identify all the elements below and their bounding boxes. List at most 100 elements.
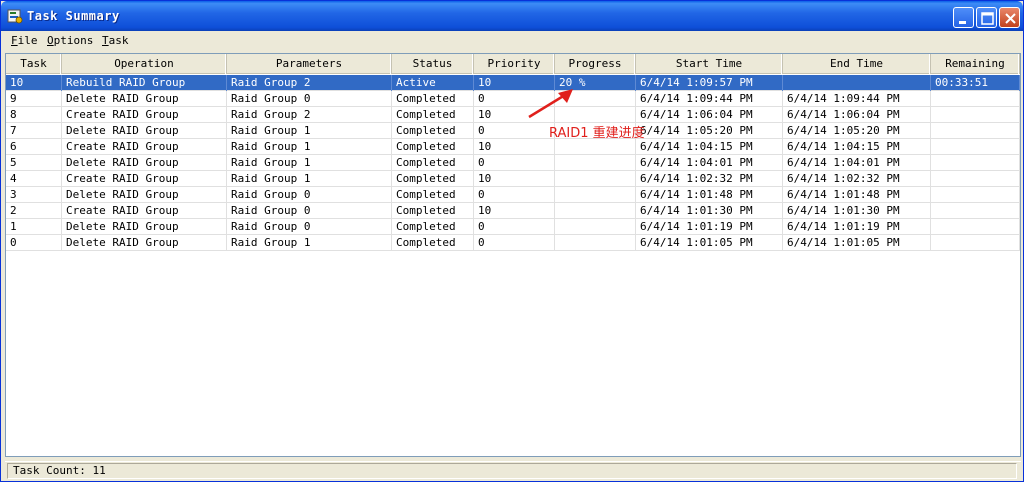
header-end-time[interactable]: End Time <box>783 54 931 74</box>
task-summary-icon[interactable] <box>7 8 23 24</box>
cell-parameters: Raid Group 0 <box>227 91 392 107</box>
menu-task-label: ask <box>108 34 129 47</box>
cell-remaining <box>931 187 1020 203</box>
cell-status: Completed <box>392 123 474 139</box>
cell-start: 6/4/14 1:09:44 PM <box>636 91 783 107</box>
cell-end: 6/4/14 1:01:19 PM <box>783 219 931 235</box>
header-start-time[interactable]: Start Time <box>636 54 783 74</box>
cell-end: 6/4/14 1:09:44 PM <box>783 91 931 107</box>
cell-operation: Delete RAID Group <box>62 123 227 139</box>
cell-parameters: Raid Group 1 <box>227 139 392 155</box>
cell-task: 2 <box>6 203 62 219</box>
cell-remaining <box>931 203 1020 219</box>
cell-operation: Delete RAID Group <box>62 235 227 251</box>
annotation-arrow-icon <box>528 89 573 119</box>
cell-end: 6/4/14 1:02:32 PM <box>783 171 931 187</box>
header-task[interactable]: Task <box>6 54 62 74</box>
menu-options[interactable]: Options <box>47 34 93 47</box>
header-priority[interactable]: Priority <box>474 54 555 74</box>
cell-operation: Delete RAID Group <box>62 219 227 235</box>
table-row[interactable]: 7 Delete RAID Group Raid Group 1 Completed 0… <box>6 123 1020 139</box>
table-row[interactable]: 5 Delete RAID Group Raid Group 1 Completed 0… <box>6 155 1020 171</box>
cell-operation: Delete RAID Group <box>62 91 227 107</box>
cell-status: Completed <box>392 91 474 107</box>
cell-progress <box>555 235 636 251</box>
cell-operation: Delete RAID Group <box>62 155 227 171</box>
header-progress[interactable]: Progress <box>555 54 636 74</box>
cell-remaining <box>931 155 1020 171</box>
cell-operation: Create RAID Group <box>62 171 227 187</box>
cell-start: 6/4/14 1:09:57 PM <box>636 75 783 91</box>
cell-priority: 10 <box>474 171 555 187</box>
cell-end: 6/4/14 1:05:20 PM <box>783 123 931 139</box>
table-row[interactable]: 8 Create RAID Group Raid Group 2 Completed 1… <box>6 107 1020 123</box>
menu-options-mnemonic: O <box>47 34 54 47</box>
cell-priority: 0 <box>474 187 555 203</box>
maximize-icon <box>981 12 994 25</box>
title-bar[interactable]: Task Summary <box>1 1 1023 31</box>
cell-progress <box>555 155 636 171</box>
maximize-button[interactable] <box>976 7 997 28</box>
window-title: Task Summary <box>27 9 120 23</box>
cell-operation: Create RAID Group <box>62 203 227 219</box>
cell-end: 6/4/14 1:04:15 PM <box>783 139 931 155</box>
close-icon <box>1005 13 1016 24</box>
header-parameters[interactable]: Parameters <box>227 54 392 74</box>
task-summary-window: Task Summary File Options Task Task Oper… <box>0 0 1024 482</box>
cell-start: 6/4/14 1:01:48 PM <box>636 187 783 203</box>
cell-remaining <box>931 235 1020 251</box>
table-row[interactable]: 3 Delete RAID Group Raid Group 0 Completed 0… <box>6 187 1020 203</box>
cell-status: Completed <box>392 203 474 219</box>
cell-remaining <box>931 91 1020 107</box>
cell-task: 8 <box>6 107 62 123</box>
header-status[interactable]: Status <box>392 54 474 74</box>
table-row[interactable]: 2 Create RAID Group Raid Group 0 Completed 1… <box>6 203 1020 219</box>
cell-end: 6/4/14 1:01:05 PM <box>783 235 931 251</box>
table-row[interactable]: 10 Rebuild RAID Group Raid Group 2 Active 10… <box>6 75 1020 91</box>
cell-priority: 10 <box>474 139 555 155</box>
cell-parameters: Raid Group 1 <box>227 171 392 187</box>
cell-status: Completed <box>392 107 474 123</box>
menu-options-label: ptions <box>53 34 94 47</box>
cell-status: Completed <box>392 155 474 171</box>
cell-end: 6/4/14 1:06:04 PM <box>783 107 931 123</box>
table-row[interactable]: 4 Create RAID Group Raid Group 1 Completed 1… <box>6 171 1020 187</box>
cell-start: 6/4/14 1:01:19 PM <box>636 219 783 235</box>
cell-remaining <box>931 139 1020 155</box>
cell-operation: Delete RAID Group <box>62 187 227 203</box>
table-row[interactable]: 6 Create RAID Group Raid Group 1 Completed 1… <box>6 139 1020 155</box>
cell-parameters: Raid Group 1 <box>227 155 392 171</box>
cell-parameters: Raid Group 0 <box>227 203 392 219</box>
cell-remaining <box>931 123 1020 139</box>
cell-task: 6 <box>6 139 62 155</box>
cell-priority: 0 <box>474 123 555 139</box>
table-row[interactable]: 9 Delete RAID Group Raid Group 0 Completed 0… <box>6 91 1020 107</box>
cell-end: 6/4/14 1:01:30 PM <box>783 203 931 219</box>
close-button[interactable] <box>999 7 1020 28</box>
cell-remaining <box>931 219 1020 235</box>
cell-task: 9 <box>6 91 62 107</box>
table-row[interactable]: 0 Delete RAID Group Raid Group 1 Completed 0… <box>6 235 1020 251</box>
cell-status: Completed <box>392 235 474 251</box>
cell-remaining <box>931 171 1020 187</box>
column-headers: Task Operation Parameters Status Priorit… <box>6 54 1020 74</box>
menu-file-mnemonic: F <box>11 34 18 47</box>
cell-task: 5 <box>6 155 62 171</box>
cell-priority: 10 <box>474 203 555 219</box>
cell-start: 6/4/14 1:04:15 PM <box>636 139 783 155</box>
cell-parameters: Raid Group 0 <box>227 219 392 235</box>
header-operation[interactable]: Operation <box>62 54 227 74</box>
header-remaining[interactable]: Remaining <box>931 54 1020 74</box>
task-count: Task Count: 11 <box>7 463 1017 479</box>
menu-file[interactable]: File <box>11 34 38 47</box>
menu-task-mnemonic: T <box>102 34 109 47</box>
minimize-button[interactable] <box>953 7 974 28</box>
task-list[interactable]: Task Operation Parameters Status Priorit… <box>5 53 1021 457</box>
table-row[interactable]: 1 Delete RAID Group Raid Group 0 Completed 0… <box>6 219 1020 235</box>
cell-status: Completed <box>392 171 474 187</box>
cell-progress <box>555 219 636 235</box>
cell-status: Active <box>392 75 474 91</box>
cell-end <box>783 75 931 91</box>
cell-priority: 0 <box>474 155 555 171</box>
menu-task[interactable]: Task <box>102 34 129 47</box>
